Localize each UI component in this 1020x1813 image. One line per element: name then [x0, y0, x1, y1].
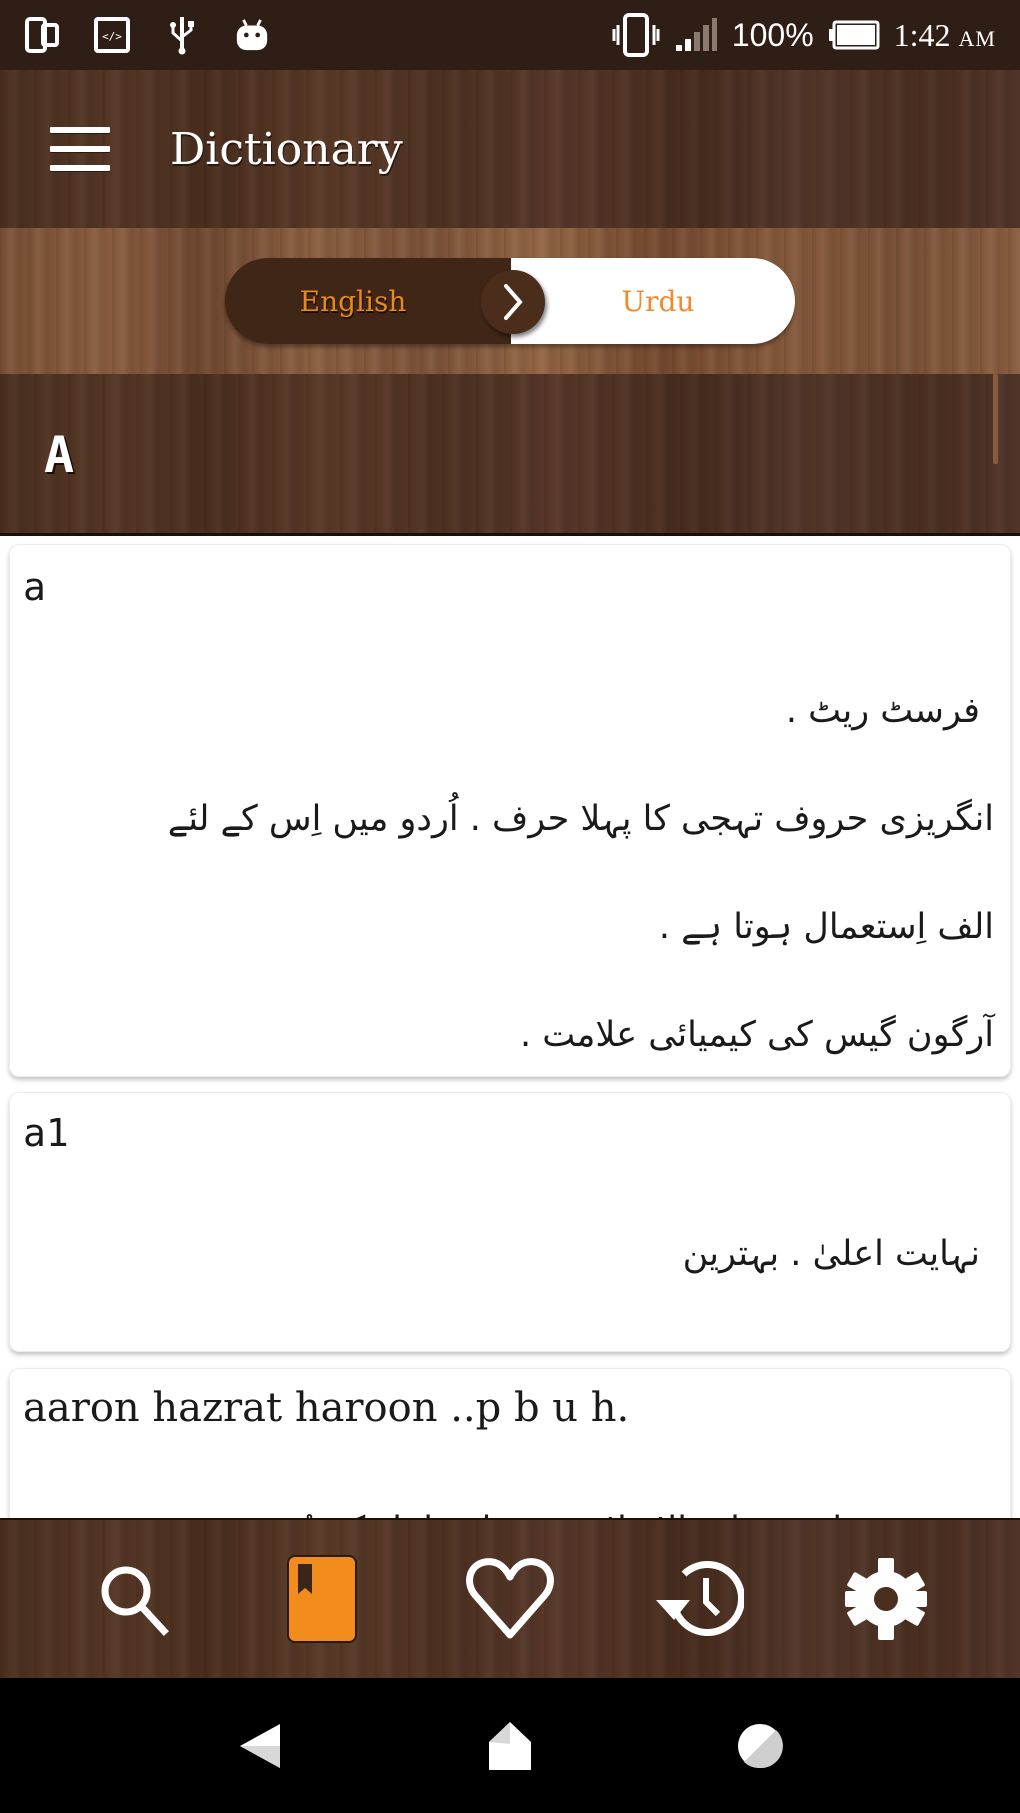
app-title: Dictionary: [170, 123, 403, 175]
target-language-label: Urdu: [621, 284, 695, 318]
home-button[interactable]: [480, 1716, 540, 1776]
menu-bar-line: [50, 127, 110, 133]
entry-meaning: حضرت حارُون علیہ الاسلام ، بنی اِسرائیل …: [215, 1449, 994, 1518]
signal-icon: [674, 17, 718, 53]
list-item[interactable]: a1 نہایت اعلیٰ . بہترین: [9, 1092, 1011, 1352]
meaning-line: الف اِستعمال ہوتا ہے .: [658, 907, 994, 947]
clock-time: 1:42: [893, 16, 951, 53]
meaning-line: نہایت اعلیٰ . بہترین: [682, 1234, 980, 1274]
menu-bar-line: [50, 146, 110, 152]
status-right-icons: 100% 1:42 AM: [612, 13, 996, 57]
back-icon: [240, 1723, 280, 1768]
nav-settings[interactable]: [836, 1549, 936, 1649]
vibrate-icon: [612, 13, 660, 57]
source-language-button[interactable]: English: [225, 258, 511, 344]
source-language-label: English: [299, 284, 407, 318]
clock: 1:42 AM: [894, 17, 996, 54]
section-letter: A: [44, 426, 75, 484]
meaning-line: حضرت حارُون علیہ الاسلام ، بنی اِسرائیل …: [215, 1503, 980, 1518]
nav-history[interactable]: [648, 1549, 748, 1649]
hamburger-menu-icon[interactable]: [50, 127, 110, 171]
history-icon: [656, 1561, 744, 1637]
bottom-navigation: [0, 1518, 1020, 1678]
clock-ampm: AM: [958, 25, 996, 51]
entry-word: a: [23, 565, 46, 609]
developer-code-icon: </>: [94, 17, 130, 53]
meaning-line: آرگون گیس کی کیمیائی علامت .: [520, 1015, 994, 1055]
scrollbar-thumb[interactable]: [993, 374, 998, 464]
language-switch-bar: English Urdu: [0, 228, 1020, 374]
list-item[interactable]: aaron hazrat haroon ..p b u h. حضرت حارُ…: [9, 1368, 1011, 1518]
status-left-icons: </>: [24, 17, 270, 55]
svg-text:</>: </>: [102, 30, 122, 43]
battery-percent: 100%: [731, 16, 814, 53]
language-switch: English Urdu: [225, 258, 795, 344]
search-icon: [101, 1566, 169, 1636]
recents-icon: [738, 1723, 783, 1768]
nav-favorites[interactable]: [460, 1549, 560, 1649]
nav-search[interactable]: [84, 1549, 184, 1649]
back-button[interactable]: [230, 1716, 290, 1776]
entry-word: aaron hazrat haroon ..p b u h.: [23, 1385, 630, 1431]
list-item[interactable]: a فرسٹ ریٹ . انگریزی حروف تہجی کا پہلا ح…: [9, 544, 1011, 1271]
word-list[interactable]: a فرسٹ ریٹ . انگریزی حروف تہجی کا پہلا ح…: [0, 536, 1020, 1518]
menu-bar-line: [50, 165, 110, 171]
app-toolbar: Dictionary: [0, 70, 1020, 228]
bookmark-book-icon: [287, 1555, 357, 1643]
nav-dictionary[interactable]: [272, 1549, 372, 1649]
meaning-line: انگریزی حروف تہجی کا پہلا حرف . اُردو می…: [167, 799, 994, 839]
heart-icon: [466, 1558, 554, 1639]
meaning-line: فرسٹ ریٹ .: [785, 691, 980, 731]
entry-meaning: نہایت اعلیٰ . بہترین: [683, 1173, 994, 1335]
usb-icon: [164, 17, 200, 55]
gear-icon: [845, 1558, 927, 1640]
status-bar: </> 100% 1:42 AM: [0, 0, 1020, 70]
swap-language-button[interactable]: [481, 270, 545, 334]
screen-mirror-icon: [24, 17, 60, 53]
home-icon: [489, 1721, 531, 1770]
target-language-button[interactable]: Urdu: [511, 258, 795, 344]
battery-icon: [828, 17, 880, 53]
chevron-right-icon: [504, 284, 523, 320]
section-header: A: [0, 374, 1020, 536]
android-debug-icon: [234, 17, 270, 53]
entry-word: a1: [23, 1111, 69, 1155]
recents-button[interactable]: [730, 1716, 790, 1776]
system-navigation-bar: [0, 1678, 1020, 1813]
